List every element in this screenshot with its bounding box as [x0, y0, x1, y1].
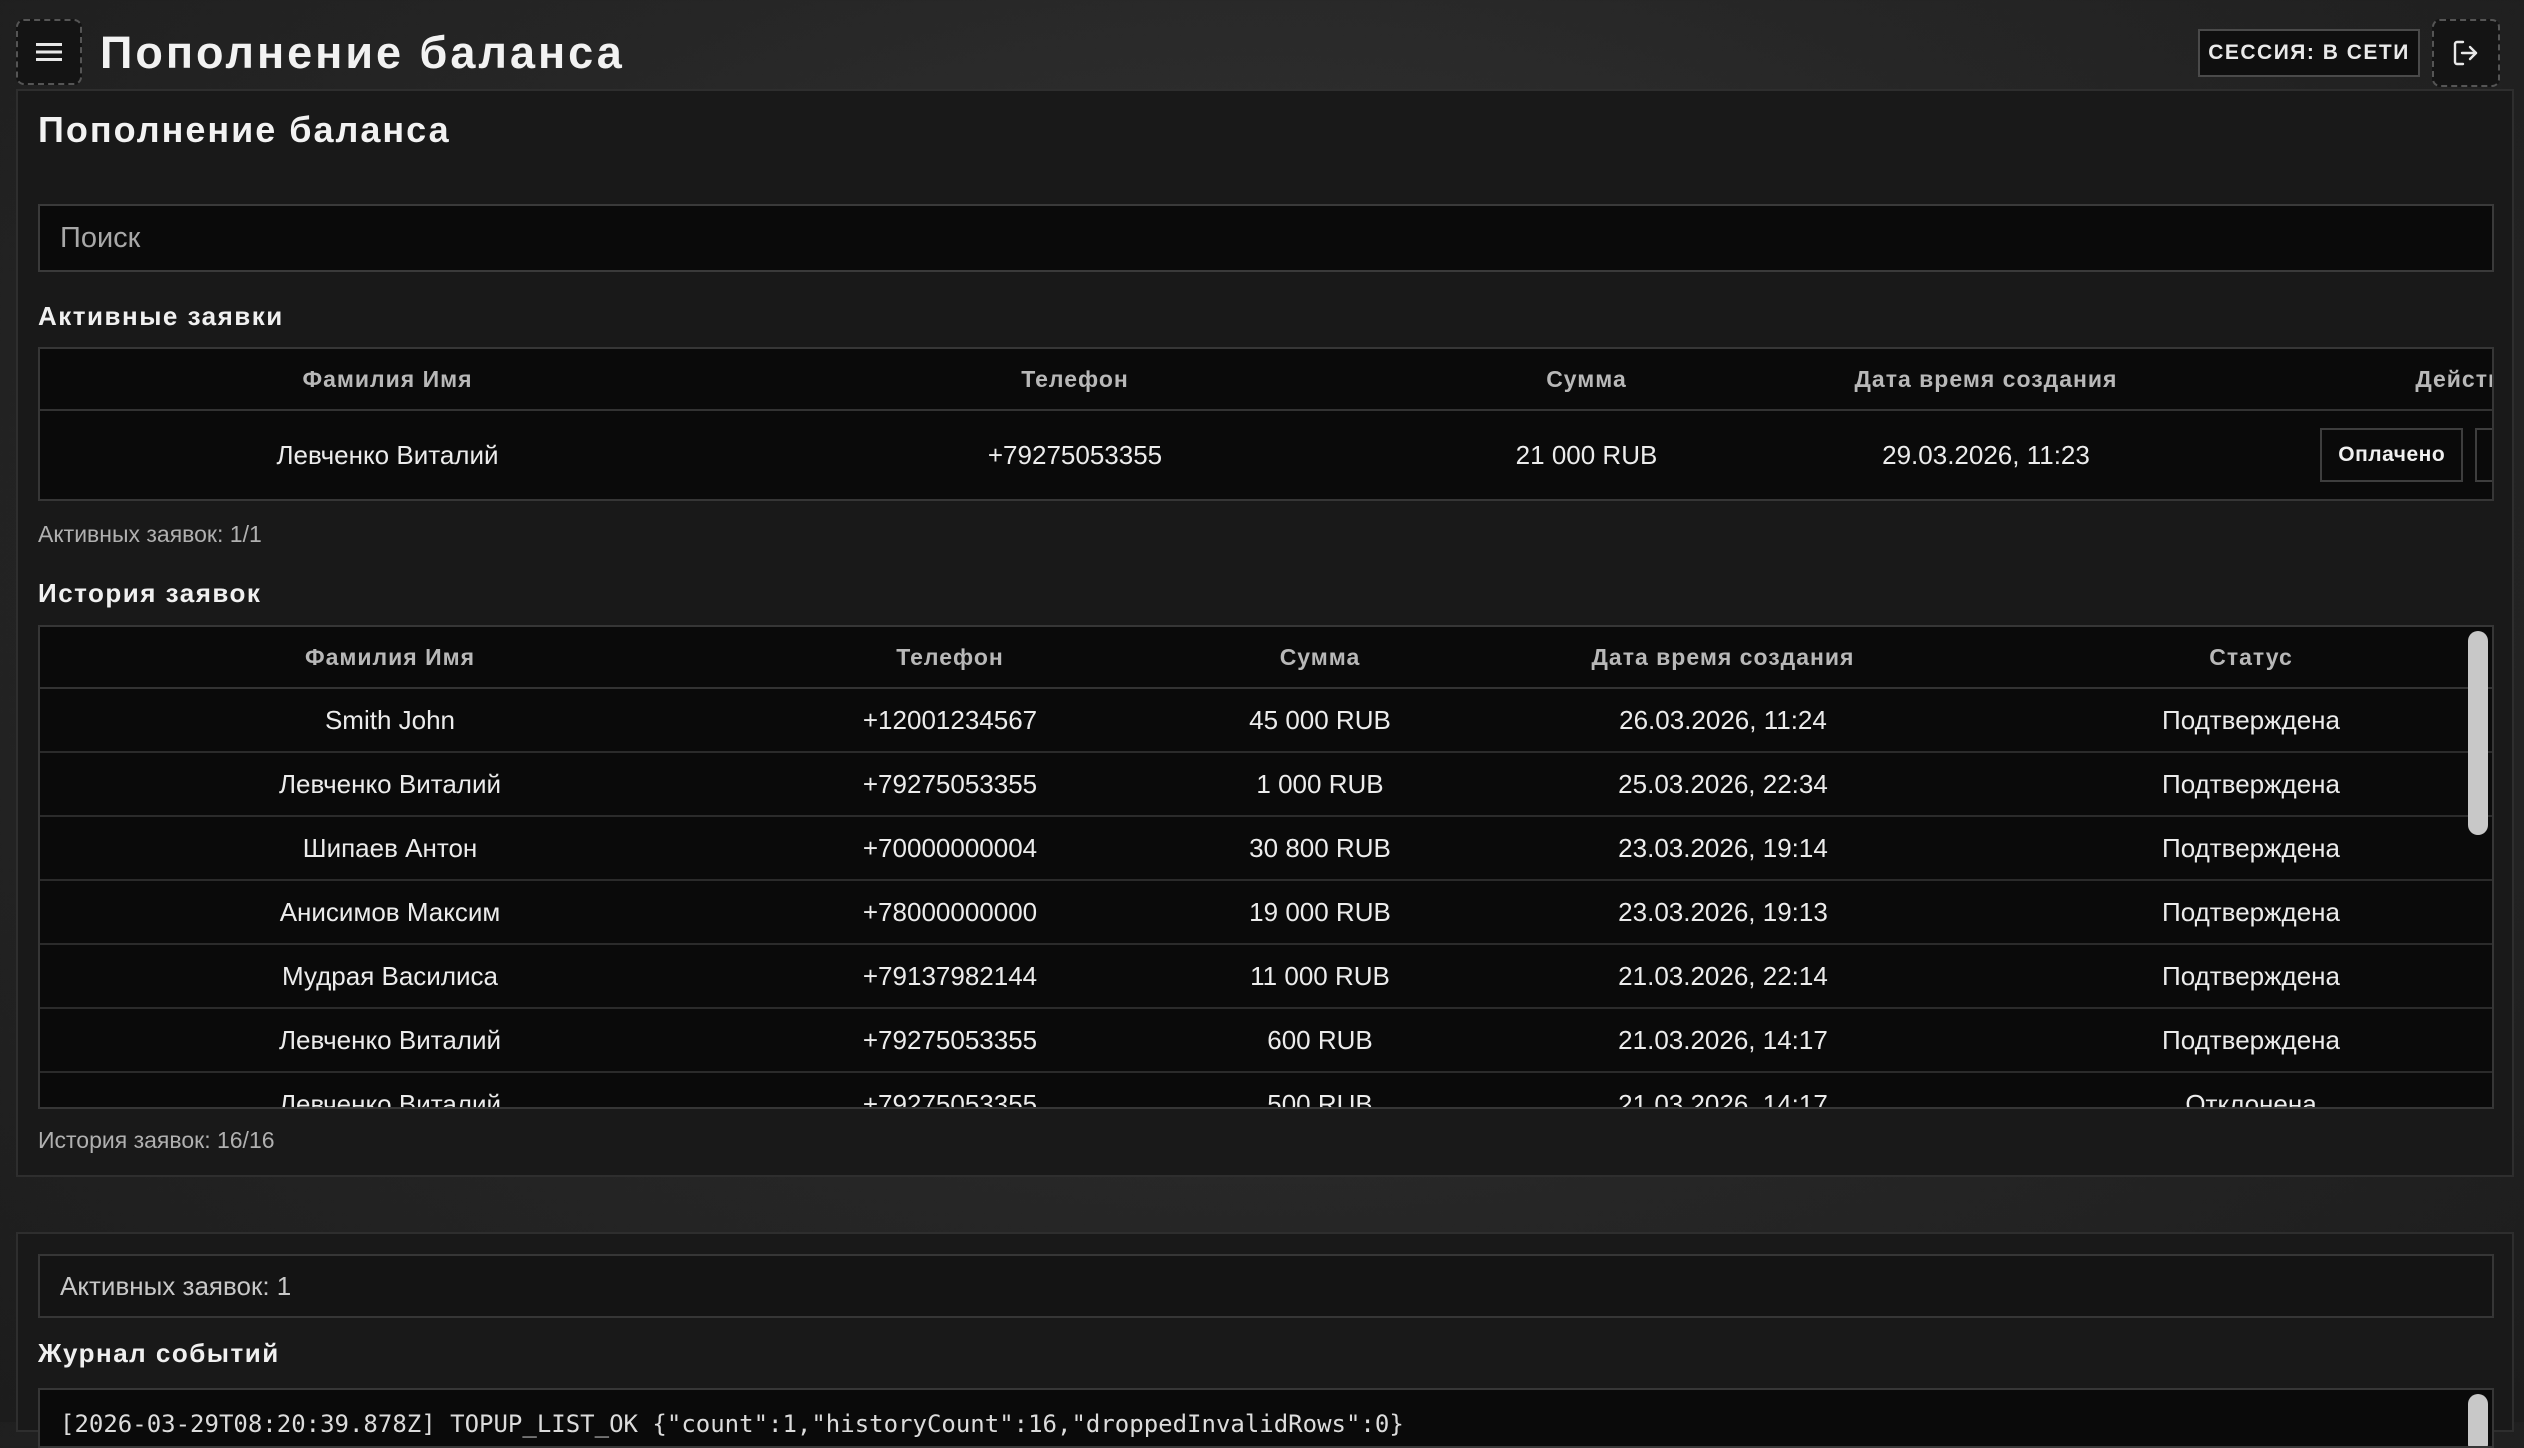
cell-phone: +79275053355: [740, 1072, 1160, 1107]
cell-name: Левченко Виталий: [40, 410, 735, 499]
cell-status: Подтверждена: [1966, 688, 2492, 753]
cell-date: 21.03.2026, 14:17: [1480, 1072, 1966, 1107]
cell-status: Подтверждена: [1966, 880, 2492, 945]
table-row: Анисимов Максим +78000000000 19 000 RUB 23.…: [40, 880, 2492, 945]
column-header: Действия: [2214, 349, 2492, 411]
cell-actions: Оплачено Отклонить: [2214, 410, 2492, 499]
reject-button[interactable]: Отклонить: [2475, 428, 2492, 482]
cell-phone: +70000000004: [740, 816, 1160, 881]
cell-status: Подтверждена: [1966, 1008, 2492, 1073]
history-scrollbar[interactable]: [2468, 631, 2488, 1103]
table-row: Левченко Виталий +79275053355 600 RUB 21.03…: [40, 1008, 2492, 1073]
cell-phone: +78000000000: [740, 880, 1160, 945]
table-header-row: Фамилия Имя Телефон Сумма Дата время соз…: [40, 627, 2492, 689]
cell-amount: 21 000 RUB: [1415, 410, 1758, 499]
active-requests-table: Фамилия Имя Телефон Сумма Дата время соз…: [38, 347, 2494, 501]
column-header: Фамилия Имя: [40, 349, 735, 411]
history-title: История заявок: [38, 578, 262, 608]
cell-name: Левченко Виталий: [40, 1008, 740, 1073]
table-row: Smith John +12001234567 45 000 RUB 26.03.20…: [40, 688, 2492, 753]
cell-status: Подтверждена: [1966, 816, 2492, 881]
logout-button[interactable]: [2432, 19, 2500, 87]
cell-amount: 500 RUB: [1160, 1072, 1480, 1107]
cell-phone: +12001234567: [740, 688, 1160, 753]
cell-status: Подтверждена: [1966, 944, 2492, 1009]
table-row: Мудрая Василиса +79137982144 11 000 RUB 21.…: [40, 944, 2492, 1009]
cell-phone: +79275053355: [740, 1008, 1160, 1073]
column-header: Дата время создания: [1758, 349, 2214, 411]
event-log: [2026-03-29T08:20:39.878Z] TOPUP_LIST_OK…: [38, 1388, 2494, 1448]
logout-icon: [2453, 40, 2478, 66]
table-row: Левченко Виталий +79275053355 500 RUB 21.03…: [40, 1072, 2492, 1107]
event-log-title: Журнал событий: [38, 1338, 280, 1368]
column-header: Сумма: [1415, 349, 1758, 411]
cell-name: Smith John: [40, 688, 740, 753]
paid-button[interactable]: Оплачено: [2320, 428, 2464, 482]
column-header: Дата время создания: [1480, 627, 1966, 689]
cell-name: Левченко Виталий: [40, 1072, 740, 1107]
events-panel: Активных заявок: 1 Журнал событий [2026-…: [16, 1232, 2514, 1448]
active-count-info: Активных заявок: 1: [38, 1254, 2494, 1318]
app-title: Пополнение баланса: [100, 27, 625, 78]
history-counter: История заявок: 16/16: [38, 1127, 275, 1153]
cell-name: Мудрая Василиса: [40, 944, 740, 1009]
cell-date: 21.03.2026, 14:17: [1480, 1008, 1966, 1073]
table-row: Левченко Виталий +79275053355 21 000 RUB…: [40, 410, 2492, 499]
cell-date: 23.03.2026, 19:14: [1480, 816, 1966, 881]
cell-amount: 19 000 RUB: [1160, 880, 1480, 945]
column-header: Статус: [1966, 627, 2492, 689]
cell-amount: 45 000 RUB: [1160, 688, 1480, 753]
active-requests-title: Активные заявки: [38, 301, 284, 331]
cell-amount: 1 000 RUB: [1160, 752, 1480, 817]
panel-title: Пополнение баланса: [38, 109, 451, 150]
column-header: Фамилия Имя: [40, 627, 740, 689]
cell-phone: +79275053355: [735, 410, 1415, 499]
event-log-scrollbar[interactable]: [2468, 1394, 2488, 1446]
cell-date: 26.03.2026, 11:24: [1480, 688, 1966, 753]
table-row: Шипаев Антон +70000000004 30 800 RUB 23.03.…: [40, 816, 2492, 881]
topup-panel: Пополнение баланса Активные заявки Фамил…: [16, 89, 2514, 1177]
history-table: Фамилия Имя Телефон Сумма Дата время соз…: [38, 625, 2494, 1109]
cell-date: 25.03.2026, 22:34: [1480, 752, 1966, 817]
log-line: [2026-03-29T08:20:39.878Z] TOPUP_LIST_OK…: [60, 1410, 1404, 1438]
menu-button[interactable]: [16, 19, 82, 85]
cell-amount: 30 800 RUB: [1160, 816, 1480, 881]
column-header: Телефон: [740, 627, 1160, 689]
column-header: Телефон: [735, 349, 1415, 411]
history-scrollbar-thumb[interactable]: [2468, 631, 2488, 835]
cell-date: 21.03.2026, 22:14: [1480, 944, 1966, 1009]
cell-amount: 600 RUB: [1160, 1008, 1480, 1073]
table-header-row: Фамилия Имя Телефон Сумма Дата время соз…: [40, 349, 2492, 411]
cell-name: Левченко Виталий: [40, 752, 740, 817]
cell-amount: 11 000 RUB: [1160, 944, 1480, 1009]
cell-phone: +79275053355: [740, 752, 1160, 817]
cell-date: 23.03.2026, 19:13: [1480, 880, 1966, 945]
cell-status: Отклонена: [1966, 1072, 2492, 1107]
table-row: Левченко Виталий +79275053355 1 000 RUB 25.…: [40, 752, 2492, 817]
session-status-badge: СЕССИЯ: В СЕТИ: [2198, 29, 2420, 77]
cell-name: Анисимов Максим: [40, 880, 740, 945]
column-header: Сумма: [1160, 627, 1480, 689]
cell-phone: +79137982144: [740, 944, 1160, 1009]
cell-date: 29.03.2026, 11:23: [1758, 410, 2214, 499]
hamburger-icon: [36, 43, 62, 61]
active-requests-counter: Активных заявок: 1/1: [38, 521, 262, 547]
search-input[interactable]: [38, 204, 2494, 272]
cell-status: Подтверждена: [1966, 752, 2492, 817]
cell-name: Шипаев Антон: [40, 816, 740, 881]
